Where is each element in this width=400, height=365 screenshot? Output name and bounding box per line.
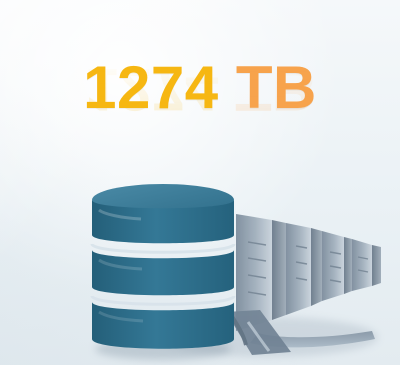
storage-panel: 1274 TB 1274 TB [0,0,400,365]
server-rack-icon [158,214,381,357]
storage-total: 1274 TB [0,58,400,118]
storage-total-number: 1274 [83,54,219,121]
database-icon [90,184,236,360]
storage-total-unit: TB [235,54,317,121]
